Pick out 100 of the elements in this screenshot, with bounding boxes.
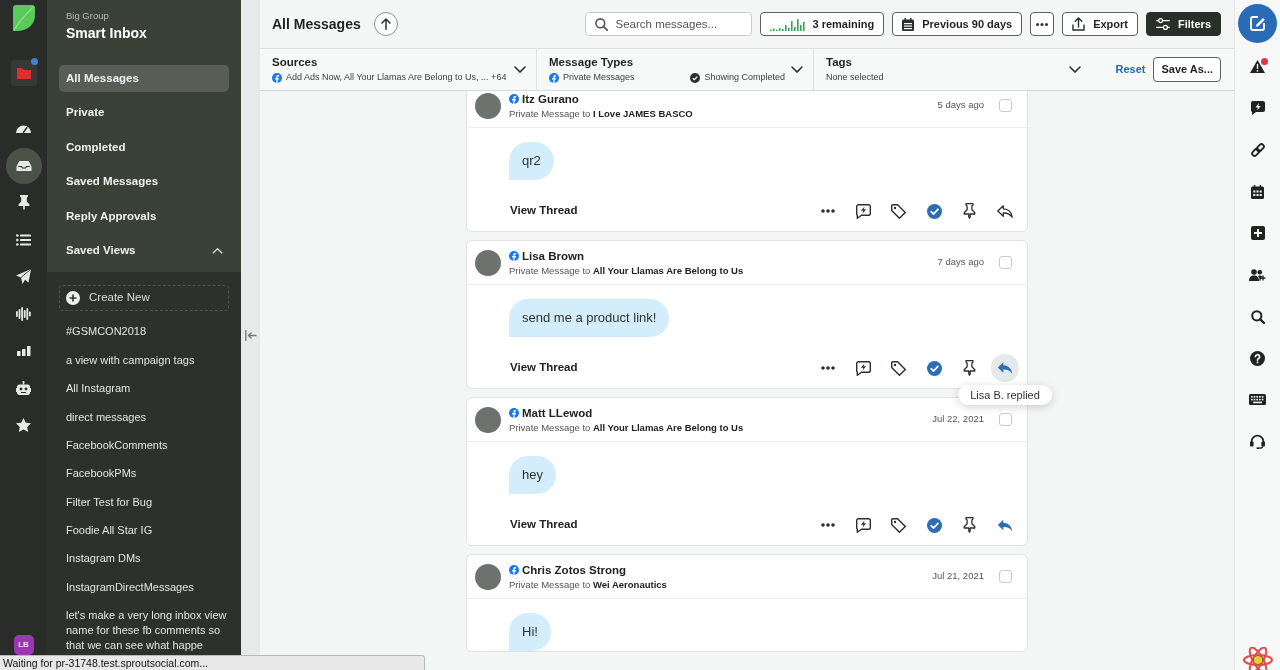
filter-label: Message Types xyxy=(549,55,635,70)
author-name[interactable]: Matt LLewod xyxy=(522,405,593,421)
chevron-down-icon[interactable] xyxy=(1069,66,1081,73)
pin-icon[interactable] xyxy=(963,203,976,219)
view-thread-link[interactable]: View Thread xyxy=(510,202,578,220)
ellipsis-icon[interactable] xyxy=(820,209,835,213)
export-button[interactable]: Export xyxy=(1062,12,1138,36)
view-thread-link[interactable]: View Thread xyxy=(510,516,578,534)
view-thread-link[interactable]: View Thread xyxy=(510,359,578,377)
saved-view-item[interactable]: #GSMCON2018 xyxy=(59,324,229,340)
facebook-icon xyxy=(509,251,519,261)
author-name[interactable]: Itz Gurano xyxy=(522,91,579,107)
bar-chart-icon[interactable] xyxy=(16,345,31,356)
message-time: Jul 21, 2021 xyxy=(932,569,984,584)
message-checkbox[interactable] xyxy=(999,99,1012,112)
warning-icon[interactable] xyxy=(1250,59,1265,73)
users-plus-icon[interactable] xyxy=(1249,268,1266,281)
saved-view-item[interactable]: Foodie All Star IG xyxy=(59,523,229,539)
recipient-line: Private Message to I Love JAMES BASCO xyxy=(509,106,694,120)
save-as-button[interactable]: Save As... xyxy=(1153,57,1221,82)
reset-link[interactable]: Reset xyxy=(1115,61,1146,78)
check-circle-icon[interactable] xyxy=(926,203,942,219)
folder-icon[interactable] xyxy=(10,59,37,86)
filter-summary: Add Ads Now, All Your Llamas Are Belong to Us, ... +64 xyxy=(286,71,507,84)
calendar-icon xyxy=(902,17,915,31)
tag-icon[interactable] xyxy=(891,203,906,219)
search-icon[interactable] xyxy=(1250,309,1265,324)
create-new-button[interactable]: Create New xyxy=(59,285,229,311)
plus-circle-icon xyxy=(66,291,80,305)
saved-views-toggle[interactable]: Saved Views xyxy=(59,237,229,265)
search-field[interactable]: Search messages... xyxy=(584,12,752,36)
avatar-placeholder xyxy=(475,563,501,590)
message-checkbox[interactable] xyxy=(999,256,1012,269)
star-icon[interactable] xyxy=(16,417,31,432)
keyboard-icon[interactable] xyxy=(1249,394,1266,406)
sidebar-nav-item[interactable]: Saved Messages xyxy=(59,168,229,196)
tag-icon[interactable] xyxy=(891,517,906,533)
chevron-down-icon[interactable] xyxy=(791,66,803,73)
help-icon[interactable] xyxy=(1250,350,1265,366)
avatar-placeholder xyxy=(475,249,501,276)
leaf-logo[interactable] xyxy=(12,5,35,31)
ellipsis-icon[interactable] xyxy=(820,366,835,370)
pin-icon[interactable] xyxy=(17,195,30,210)
recipient-line: Private Message to All Your Llamas Are Belong to Us xyxy=(509,263,745,277)
saved-view-item[interactable]: let's make a very long inbox view name for these fb comments so that we can see what happe xyxy=(59,608,229,654)
pin-icon[interactable] xyxy=(963,360,976,376)
link-icon[interactable] xyxy=(1250,142,1265,157)
tag-icon[interactable] xyxy=(891,360,906,376)
date-range-button[interactable]: Previous 90 days xyxy=(892,12,1023,36)
filters-button[interactable]: Filters xyxy=(1146,12,1221,36)
collapse-sidebar-icon[interactable] xyxy=(244,329,257,341)
check-circle-icon[interactable] xyxy=(926,517,942,533)
scroll-up-button[interactable] xyxy=(373,12,398,36)
message-bubble: qr2 xyxy=(509,142,554,180)
chat-bolt-icon[interactable] xyxy=(855,517,871,533)
remaining-button[interactable]: 3 remaining xyxy=(759,12,885,36)
gauge-icon[interactable] xyxy=(16,124,31,133)
robot-icon[interactable] xyxy=(16,380,31,395)
waveform-icon[interactable] xyxy=(16,306,31,321)
saved-view-item[interactable]: All Instagram xyxy=(59,381,229,397)
recipient-line: Private Message to Wei Aeronautics xyxy=(509,577,668,591)
atom-icon[interactable] xyxy=(1242,647,1273,670)
author-name[interactable]: Lisa Brown xyxy=(522,248,584,264)
check-circle-icon[interactable] xyxy=(926,360,942,376)
saved-view-item[interactable]: direct messages xyxy=(59,409,229,425)
message-checkbox[interactable] xyxy=(999,570,1012,583)
message-time: 7 days ago xyxy=(937,255,984,270)
message-bubble: hey xyxy=(509,456,556,494)
tooltip: Lisa B. replied xyxy=(958,385,1052,405)
list-icon[interactable] xyxy=(16,233,31,246)
saved-view-item[interactable]: Filter Test for Bug xyxy=(59,494,229,510)
sidebar-nav-item[interactable]: Private xyxy=(59,99,229,127)
compose-button[interactable] xyxy=(1238,4,1277,43)
saved-view-item[interactable]: FacebookComments xyxy=(59,438,229,453)
saved-view-item[interactable]: a view with campaign tags xyxy=(59,352,229,368)
reply-icon[interactable] xyxy=(997,204,1013,218)
plus-square-icon[interactable] xyxy=(1250,226,1265,241)
pin-icon[interactable] xyxy=(963,517,976,533)
sidebar-nav-item[interactable]: Reply Approvals xyxy=(59,203,229,230)
sidebar-nav-item[interactable]: All Messages xyxy=(59,65,229,92)
saved-view-item[interactable]: Instagram DMs xyxy=(59,551,229,567)
paper-plane-icon[interactable] xyxy=(16,269,31,284)
more-button[interactable] xyxy=(1030,12,1055,36)
chat-bolt-icon[interactable] xyxy=(855,203,871,219)
user-avatar[interactable]: LB xyxy=(13,635,34,655)
chevron-down-icon[interactable] xyxy=(514,66,526,73)
ellipsis-icon[interactable] xyxy=(820,523,835,527)
saved-view-item[interactable]: FacebookPMs xyxy=(59,466,229,482)
facebook-icon xyxy=(509,408,519,418)
upload-icon xyxy=(1072,17,1086,31)
filter-summary: None selected xyxy=(826,71,884,84)
chat-bolt-icon[interactable] xyxy=(1250,101,1265,116)
author-name[interactable]: Chris Zotos Strong xyxy=(522,562,627,578)
headset-icon[interactable] xyxy=(1250,434,1265,450)
saved-view-item[interactable]: InstagramDirectMessages xyxy=(59,579,229,595)
chat-bolt-icon[interactable] xyxy=(855,360,871,376)
message-checkbox[interactable] xyxy=(999,413,1012,426)
calendar-icon[interactable] xyxy=(1251,184,1264,199)
sidebar-nav-item[interactable]: Completed xyxy=(59,134,229,161)
inbox-icon[interactable] xyxy=(5,147,42,184)
